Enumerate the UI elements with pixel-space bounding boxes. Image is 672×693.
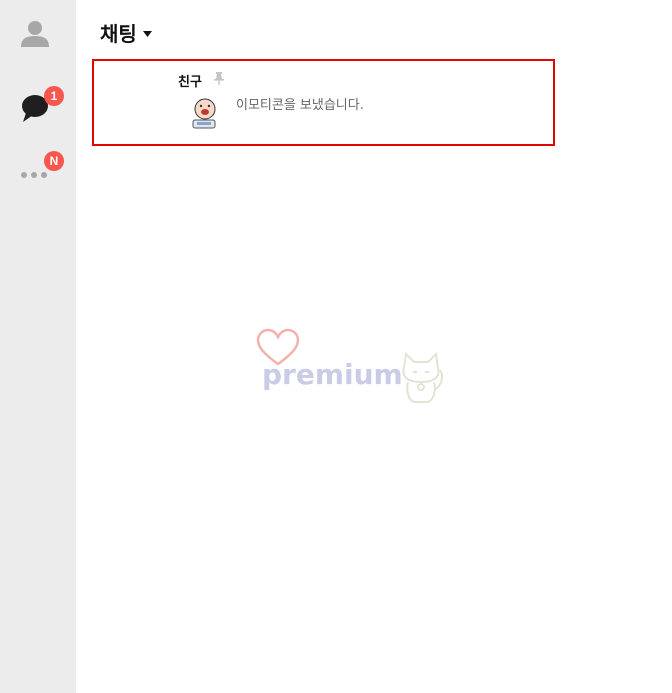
- chat-filter-dropdown[interactable]: 채팅: [100, 16, 152, 48]
- emoticon-thumbnail-icon: [192, 98, 216, 129]
- cat-icon: [402, 351, 443, 403]
- chats-tab[interactable]: 1: [0, 86, 76, 128]
- more-badge: N: [44, 151, 64, 171]
- chat-room-name: 친구: [178, 75, 202, 90]
- caret-down-icon: [142, 31, 152, 37]
- chat-list-panel: 채팅 친구 이모티콘을 보냈습니다. premium: [76, 0, 672, 693]
- person-icon: [21, 21, 49, 47]
- page-title: 채팅: [100, 21, 137, 46]
- more-tab[interactable]: N: [0, 151, 76, 196]
- sidebar: 1 N: [0, 0, 76, 693]
- chat-list-item[interactable]: 친구 이모티콘을 보냈습니다.: [92, 59, 555, 146]
- chats-badge: 1: [44, 86, 64, 106]
- more-dots-icon: [21, 172, 47, 178]
- last-message-preview: 이모티콘을 보냈습니다.: [236, 98, 364, 113]
- pin-icon: [214, 72, 224, 85]
- friends-tab[interactable]: [0, 14, 76, 54]
- watermark-text: premium: [262, 358, 403, 391]
